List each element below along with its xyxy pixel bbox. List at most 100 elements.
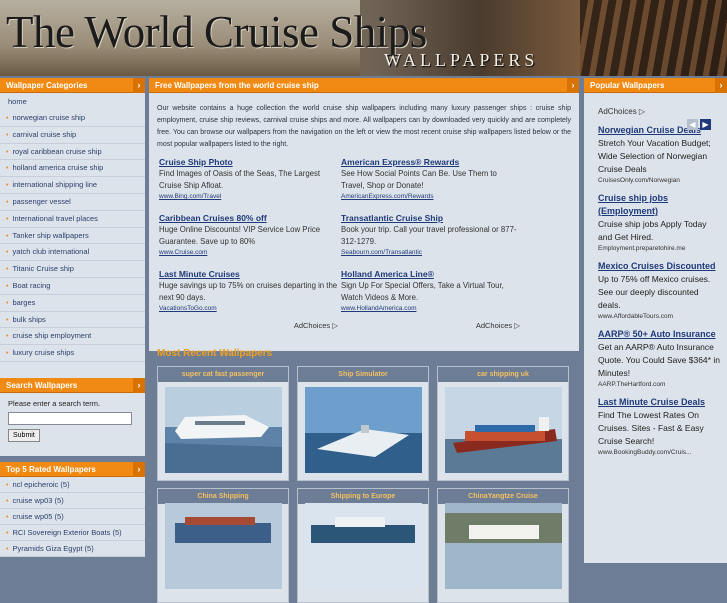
yangtze-cruise-photo[interactable] bbox=[445, 503, 562, 589]
ad-headline[interactable]: Holland America Line® bbox=[341, 268, 521, 280]
top-rated-item[interactable]: • RCI Sovereign Exterior Boats (5) bbox=[0, 525, 145, 541]
ad-item[interactable]: Cruise ship jobs (Employment) Cruise ship… bbox=[598, 192, 721, 254]
recent-wallpapers-title: Most Recent Wallpapers bbox=[157, 348, 273, 359]
category-label: Boat racing bbox=[12, 280, 51, 290]
wallpaper-thumb[interactable]: Shipping to Europe bbox=[297, 488, 429, 603]
ad-headline[interactable]: Cruise Ship Photo bbox=[159, 156, 339, 168]
ad-headline[interactable]: Caribbean Cruises 80% off bbox=[159, 212, 339, 224]
thumb-caption[interactable]: Ship Simulator bbox=[298, 367, 428, 382]
category-item[interactable]: • luxury cruise ships bbox=[0, 345, 145, 362]
top-rated-item[interactable]: • Pyramids Giza Egypt (5) bbox=[0, 541, 145, 557]
category-label: bulk ships bbox=[12, 314, 46, 324]
top-rated-item[interactable]: • cruise wp03 (5) bbox=[0, 493, 145, 509]
bullet-icon: • bbox=[6, 215, 9, 223]
categories-title: Wallpaper Categories bbox=[6, 81, 88, 90]
bullet-icon: • bbox=[6, 498, 9, 505]
ad-headline[interactable]: Cruise ship jobs (Employment) bbox=[598, 192, 721, 218]
ad-headline[interactable]: Transatlantic Cruise Ship bbox=[341, 212, 521, 224]
category-item[interactable]: • Boat racing bbox=[0, 278, 145, 295]
thumb-caption[interactable]: ChinaYangtze Cruise bbox=[438, 489, 568, 504]
ad-headline[interactable]: Mexico Cruises Discounted bbox=[598, 260, 721, 273]
ad-url[interactable]: VacationsToGo.com bbox=[159, 304, 339, 314]
category-label: norwegian cruise ship bbox=[12, 113, 85, 122]
ad-url[interactable]: AARP.TheHartford.com bbox=[598, 380, 721, 390]
europe-shipping-photo[interactable] bbox=[305, 503, 422, 589]
main-content: Free Wallpapers from the world cruise sh… bbox=[149, 78, 579, 351]
ad-url[interactable]: www.Bing.com/Travel bbox=[159, 192, 339, 202]
category-item[interactable]: • international shipping line bbox=[0, 177, 145, 194]
home-link[interactable]: home bbox=[0, 96, 145, 110]
ad-headline[interactable]: Last Minute Cruise Deals bbox=[598, 396, 721, 409]
ad-headline[interactable]: Last Minute Cruises bbox=[159, 268, 339, 280]
category-item[interactable]: • passenger vessel bbox=[0, 194, 145, 211]
category-item[interactable]: • cruise ship employment bbox=[0, 328, 145, 346]
ad-url[interactable]: www.Cruise.com bbox=[159, 248, 339, 258]
bullet-icon: • bbox=[6, 115, 9, 122]
ad-url[interactable]: Employment.preparetohire.me bbox=[598, 244, 721, 254]
wallpaper-thumb[interactable]: car shipping uk bbox=[437, 366, 569, 481]
wallpaper-thumb[interactable]: super cat fast passenger bbox=[157, 366, 289, 481]
wallpaper-thumb[interactable]: ChinaYangtze Cruise bbox=[437, 488, 569, 603]
wallpaper-thumb[interactable]: Ship Simulator bbox=[297, 366, 429, 481]
search-label: Please enter a search term. bbox=[8, 399, 101, 408]
adchoices-link[interactable]: AdChoices ▷ bbox=[158, 321, 338, 330]
category-label: holland america cruise ship bbox=[12, 163, 104, 173]
search-input[interactable] bbox=[8, 412, 132, 425]
ad-item[interactable]: Last Minute Cruises Huge savings up to 75… bbox=[157, 268, 339, 324]
bullet-icon: • bbox=[6, 282, 9, 290]
ad-headline[interactable]: American Express® Rewards bbox=[341, 156, 521, 168]
thumb-caption[interactable]: Shipping to Europe bbox=[298, 489, 428, 504]
ad-url[interactable]: www.BookingBuddy.com/Cruis... bbox=[598, 448, 721, 458]
main-header: Free Wallpapers from the world cruise sh… bbox=[149, 78, 579, 93]
ad-item[interactable]: Caribbean Cruises 80% off Huge Online Dis… bbox=[157, 212, 339, 268]
thumb-caption[interactable]: super cat fast passenger bbox=[158, 367, 288, 382]
thumb-caption[interactable]: China Shipping bbox=[158, 489, 288, 504]
ad-item[interactable]: Transatlantic Cruise Ship Book your trip.… bbox=[339, 212, 521, 268]
top-rated-header: Top 5 Rated Wallpapers › bbox=[0, 462, 145, 477]
site-title[interactable]: The World Cruise Ships bbox=[6, 6, 427, 58]
thumb-caption[interactable]: car shipping uk bbox=[438, 367, 568, 382]
ad-url[interactable]: www.HollandAmerica.com bbox=[341, 304, 521, 314]
site-header: The World Cruise Ships WALLPAPERS bbox=[0, 0, 727, 76]
category-label: barges bbox=[12, 297, 36, 307]
category-item[interactable]: • Titanic Cruise ship bbox=[0, 261, 145, 278]
adchoices-link[interactable]: AdChoices ▷ bbox=[598, 107, 721, 116]
ad-item[interactable]: Norwegian Cruise Deals Stretch Your Vacat… bbox=[598, 124, 721, 186]
ad-item[interactable]: AARP® 50+ Auto Insurance Get an AARP® Aut… bbox=[598, 328, 721, 390]
simulator-photo[interactable] bbox=[305, 387, 422, 473]
ad-url[interactable]: AmericanExpress.com/Rewards bbox=[341, 192, 521, 202]
category-item[interactable]: • International travel places bbox=[0, 211, 145, 228]
category-item[interactable]: • barges bbox=[0, 295, 145, 312]
ad-item[interactable]: Mexico Cruises Discounted Up to 75% off M… bbox=[598, 260, 721, 322]
top-rated-item[interactable]: • cruise wp05 (5) bbox=[0, 509, 145, 525]
china-shipping-photo[interactable] bbox=[165, 503, 282, 589]
adchoices-link[interactable]: AdChoices ▷ bbox=[340, 321, 520, 330]
container-ship-photo[interactable] bbox=[445, 387, 562, 473]
bullet-icon: • bbox=[6, 249, 9, 257]
submit-button[interactable]: Submit bbox=[8, 429, 40, 442]
ad-item[interactable]: Cruise Ship Photo Find Images of Oasis of… bbox=[157, 156, 339, 212]
category-item[interactable]: • norwegian cruise ship bbox=[0, 110, 145, 127]
next-arrow-icon[interactable]: ▶ bbox=[700, 119, 711, 130]
ad-item[interactable]: Holland America Line® Sign Up For Special… bbox=[339, 268, 521, 324]
ferry-photo[interactable] bbox=[165, 387, 282, 473]
ad-item[interactable]: Last Minute Cruise Deals Find The Lowest … bbox=[598, 396, 721, 458]
top-rated-item[interactable]: • ncl epicheroic (5) bbox=[0, 477, 145, 493]
ad-headline[interactable]: AARP® 50+ Auto Insurance bbox=[598, 328, 721, 341]
category-item[interactable]: • Tanker ship wallpapers bbox=[0, 228, 145, 245]
prev-arrow-icon[interactable]: ◀ bbox=[687, 119, 698, 130]
category-item[interactable]: • bulk ships bbox=[0, 312, 145, 329]
category-item[interactable]: • holland america cruise ship bbox=[0, 160, 145, 178]
wallpaper-thumb[interactable]: China Shipping bbox=[157, 488, 289, 603]
category-label: international shipping line bbox=[12, 180, 98, 190]
ad-item[interactable]: American Express® Rewards See How Social … bbox=[339, 156, 521, 212]
category-item[interactable]: • royal caribbean cruise ship bbox=[0, 144, 145, 161]
bullet-icon: • bbox=[6, 299, 9, 307]
bullet-icon: • bbox=[6, 266, 9, 274]
bullet-icon: • bbox=[6, 232, 9, 240]
category-item[interactable]: • carnival cruise ship bbox=[0, 127, 145, 144]
ad-url[interactable]: Seabourn.com/Transatlantic bbox=[341, 248, 521, 258]
ad-url[interactable]: CruisesOnly.com/Norwegian bbox=[598, 176, 721, 186]
ad-url[interactable]: www.AffordableTours.com bbox=[598, 312, 721, 322]
category-item[interactable]: • yatch club international bbox=[0, 244, 145, 262]
